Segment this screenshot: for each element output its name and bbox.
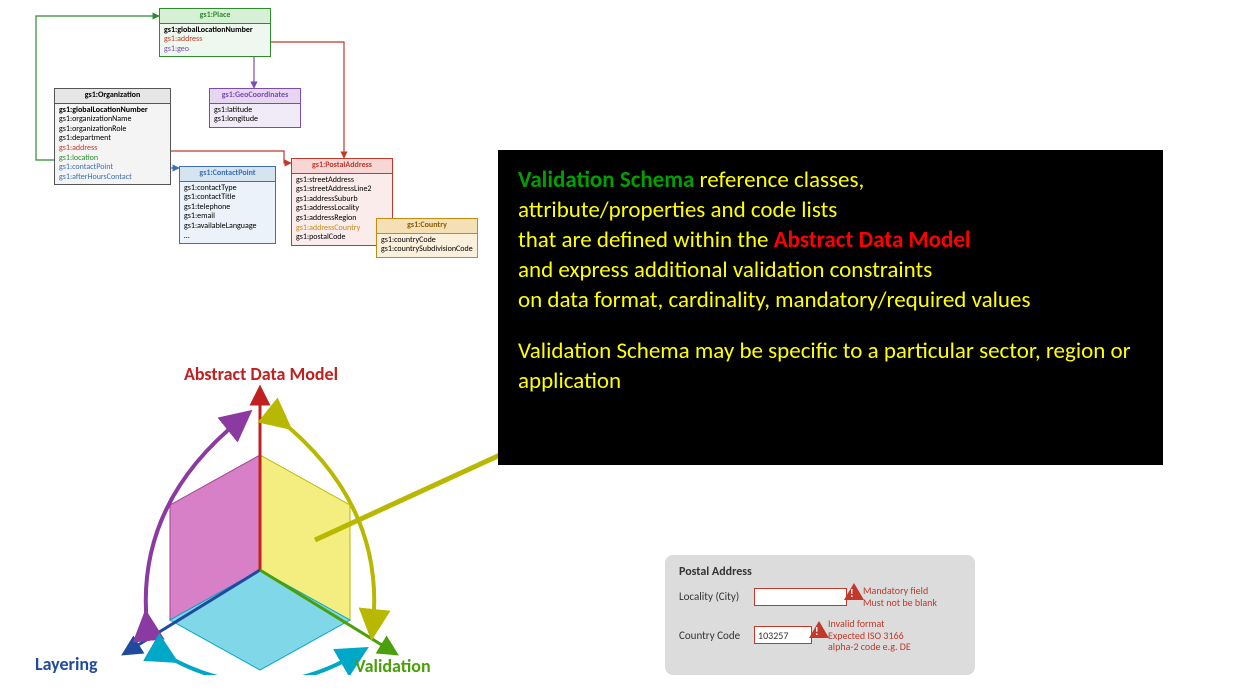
uml-diagram: gs1:Place gs1:globalLocationNumber gs1:a… <box>24 8 474 268</box>
vs-term: Validation Schema <box>518 166 694 194</box>
uml-box-geocoordinates: gs1:GeoCoordinates gs1:latitude gs1:long… <box>209 88 301 128</box>
panel-line: on data format, cardinality, mandatory/r… <box>518 286 1143 316</box>
explanation-panel: Validation Schema reference classes, att… <box>498 150 1163 465</box>
form-row-locality: Locality (City) Mandatory field Must not… <box>679 585 961 608</box>
error-text: Mandatory field Must not be blank <box>863 585 937 608</box>
uml-box-country: gs1:Country gs1:countryCode gs1:countryS… <box>376 218 478 258</box>
axis-svg <box>105 365 415 675</box>
panel-line: attribute/properties and code lists <box>518 196 1143 226</box>
panel-line: and express additional validation constr… <box>518 256 1143 286</box>
field-label: Locality (City) <box>679 590 754 603</box>
form-title: Postal Address <box>679 565 961 579</box>
panel-line: Validation Schema may be specific to a p… <box>518 337 1143 397</box>
form-row-country: Country Code 103257 Invalid format Expec… <box>679 618 961 653</box>
axis-diagram: Abstract Data Model Layering Validation <box>105 365 435 695</box>
uml-body: gs1:globalLocationNumber gs1:address gs1… <box>160 24 270 57</box>
uml-box-contactpoint: gs1:ContactPoint gs1:contactType gs1:con… <box>179 166 276 244</box>
uml-title: gs1:Place <box>160 9 270 24</box>
axis-label-adm: Abstract Data Model <box>140 363 382 385</box>
field-label: Country Code <box>679 629 754 642</box>
uml-title: gs1:PostalAddress <box>292 159 392 174</box>
uml-title: gs1:Country <box>377 219 477 234</box>
adm-term: Abstract Data Model <box>774 226 971 254</box>
uml-body: gs1:latitude gs1:longitude <box>210 104 300 127</box>
validation-example: Postal Address Locality (City) Mandatory… <box>665 555 975 675</box>
locality-input[interactable] <box>754 588 847 606</box>
panel-line: Validation Schema reference classes, <box>518 166 1143 196</box>
uml-title: gs1:Organization <box>55 89 170 104</box>
panel-line: that are defined within the Abstract Dat… <box>518 226 1143 256</box>
axis-label-validation: Validation <box>355 655 431 677</box>
axis-label-layering: Layering <box>35 653 98 675</box>
error-text: Invalid format Expected ISO 3166 alpha-2… <box>828 618 911 653</box>
uml-title: gs1:ContactPoint <box>180 167 275 182</box>
uml-box-organization: gs1:Organization gs1:globalLocationNumbe… <box>54 88 171 185</box>
uml-body: gs1:contactType gs1:contactTitle gs1:tel… <box>180 182 275 244</box>
uml-title: gs1:GeoCoordinates <box>210 89 300 104</box>
country-input[interactable]: 103257 <box>754 626 812 644</box>
uml-body: gs1:globalLocationNumber gs1:organizatio… <box>55 104 170 185</box>
uml-box-place: gs1:Place gs1:globalLocationNumber gs1:a… <box>159 8 271 57</box>
uml-body: gs1:countryCode gs1:countrySubdivisionCo… <box>377 234 477 257</box>
